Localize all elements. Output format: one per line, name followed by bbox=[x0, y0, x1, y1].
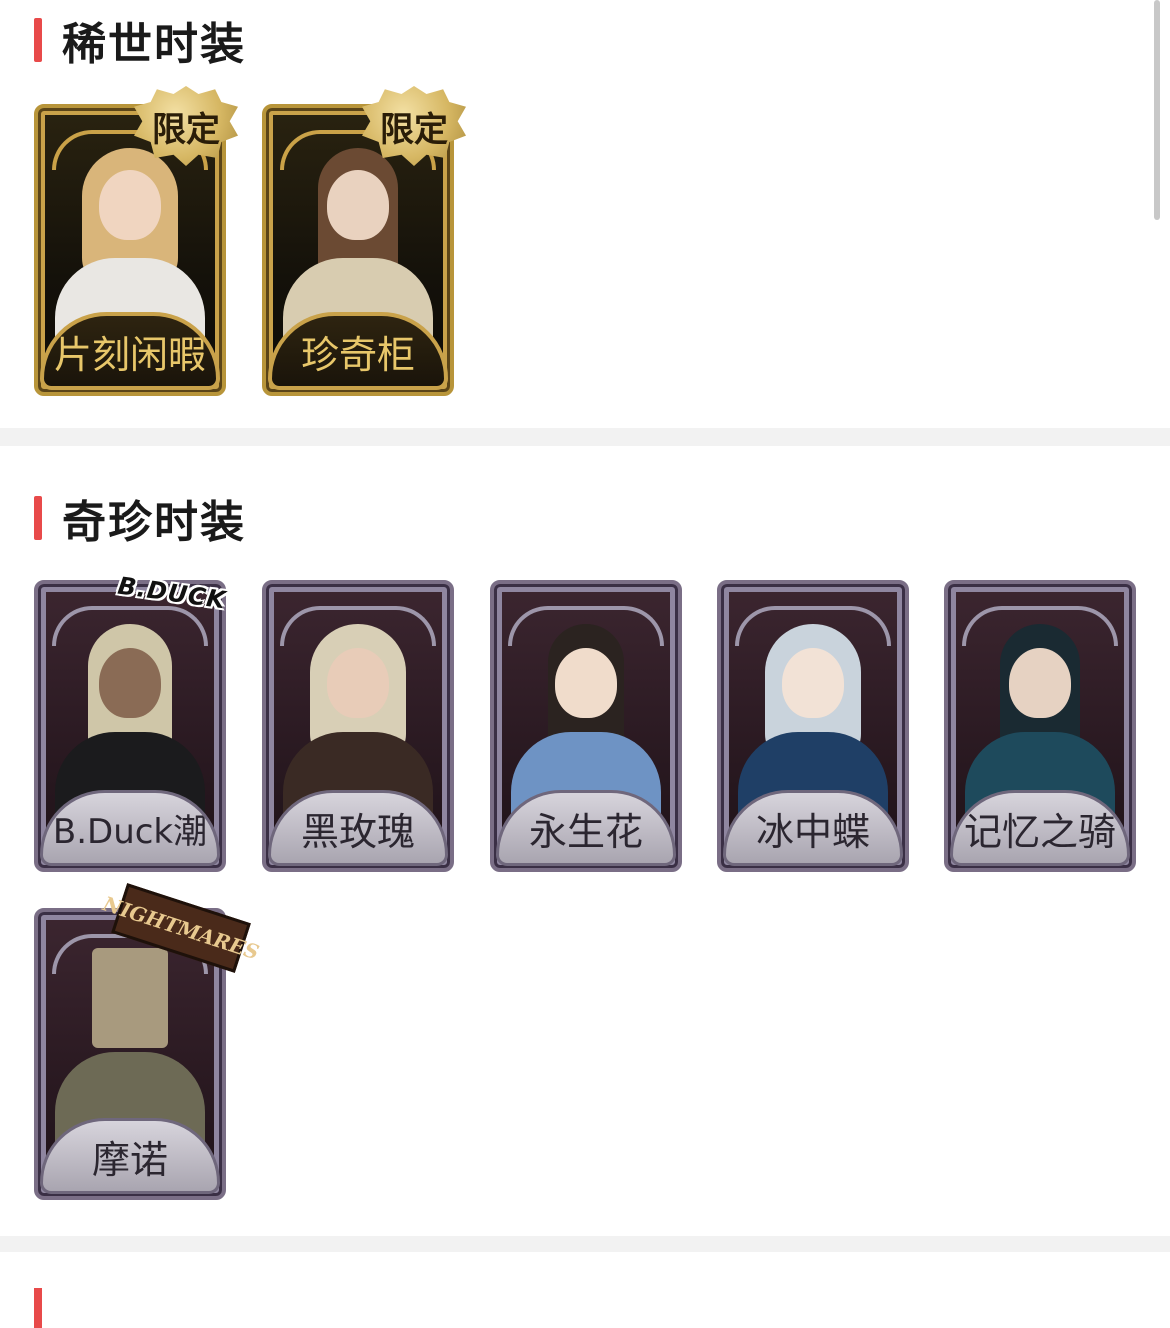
section-accent-bar bbox=[34, 496, 42, 540]
costume-card[interactable]: 摩诺 NIGHTMARES bbox=[34, 883, 262, 1200]
costume-name: 黑玫瑰 bbox=[268, 790, 448, 866]
section-divider bbox=[0, 428, 1170, 446]
section-accent-bar bbox=[34, 18, 42, 62]
costume-name: 记忆之骑 bbox=[950, 790, 1130, 866]
costume-name: 冰中蝶 bbox=[723, 790, 903, 866]
costume-name: B.Duck潮 bbox=[40, 790, 220, 866]
character-face bbox=[1009, 648, 1071, 718]
costume-card[interactable]: 珍奇柜 限定 bbox=[262, 86, 466, 396]
section-accent-bar bbox=[34, 1288, 42, 1328]
costume-card[interactable]: 黑玫瑰 bbox=[262, 580, 454, 872]
section-divider bbox=[0, 1236, 1170, 1252]
costume-name: 摩诺 bbox=[40, 1118, 220, 1194]
costume-card[interactable]: B.Duck潮 B.DUCK bbox=[34, 572, 228, 872]
section-title: 稀世时装 bbox=[34, 8, 246, 72]
character-face bbox=[99, 170, 161, 240]
rare-costumes-section: 稀世时装 片刻闲暇 限定 珍奇柜 限定 bbox=[0, 0, 1170, 428]
character-face bbox=[555, 648, 617, 718]
character-face bbox=[99, 648, 161, 718]
costume-name: 永生花 bbox=[496, 790, 676, 866]
character-face bbox=[92, 948, 168, 1048]
scrollbar[interactable] bbox=[1154, 0, 1160, 220]
character-face bbox=[782, 648, 844, 718]
costume-card[interactable]: 冰中蝶 bbox=[717, 580, 909, 872]
costume-card[interactable]: 记忆之骑 bbox=[944, 580, 1136, 872]
character-face bbox=[327, 170, 389, 240]
costume-card[interactable]: 片刻闲暇 限定 bbox=[34, 86, 238, 396]
costume-card[interactable]: 永生花 bbox=[490, 580, 682, 872]
section-title-text: 奇珍时装 bbox=[62, 497, 246, 548]
section-title: 奇珍时装 bbox=[34, 486, 246, 550]
premium-costumes-section: 奇珍时装 B.Duck潮 B.DUCK 黑玫瑰 永生花 冰中蝶 记忆之骑 摩诺 … bbox=[0, 446, 1170, 1236]
character-face bbox=[327, 648, 389, 718]
next-section-peek bbox=[0, 1252, 1170, 1328]
section-title-text: 稀世时装 bbox=[62, 19, 246, 70]
